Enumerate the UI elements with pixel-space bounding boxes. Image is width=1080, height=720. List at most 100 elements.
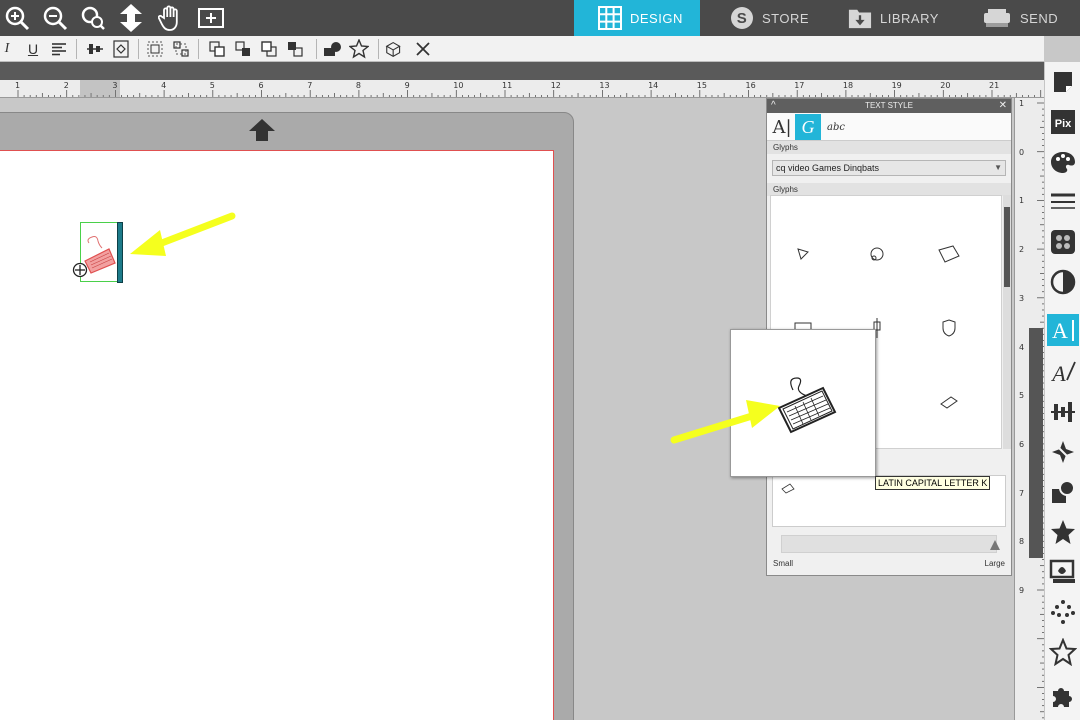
vertical-ruler[interactable]: 1 0 1 2 3 4 5 6 7 8 9 (1014, 98, 1044, 720)
glyph-tooltip: LATIN CAPITAL LETTER K (875, 476, 991, 490)
collapse-icon[interactable]: ^ (771, 99, 776, 113)
glyph-scroll-thumb[interactable] (1004, 207, 1010, 287)
transparency-icon[interactable] (1047, 266, 1079, 298)
group-icon[interactable] (144, 38, 166, 60)
glyph-cell[interactable] (865, 242, 889, 266)
ungroup-icon[interactable] (170, 38, 192, 60)
bring-forward-icon[interactable] (232, 38, 254, 60)
slider-handle[interactable] (990, 540, 1000, 550)
size-large-label: Large (984, 559, 1005, 568)
ruler-number: 12 (550, 81, 561, 90)
panel-header: ^ TEXT STYLE ✕ (767, 99, 1011, 113)
sketch-font-icon[interactable]: A (1047, 356, 1079, 388)
tab-library-label: LIBRARY (880, 10, 939, 26)
replicate-icon[interactable] (384, 38, 406, 60)
star-favorite-icon[interactable] (1047, 516, 1079, 548)
underline-button[interactable]: U (22, 38, 44, 60)
tab-design-label: DESIGN (630, 10, 683, 26)
trace-image-icon[interactable] (1047, 556, 1079, 588)
pix-trace-icon[interactable]: Pix (1047, 106, 1079, 138)
zoom-fit-icon[interactable] (78, 3, 108, 33)
ruler-number: 9 (404, 81, 410, 90)
ruler-number: 20 (940, 81, 951, 90)
glyph-cell[interactable] (937, 390, 961, 414)
text-cursor-bar[interactable] (117, 222, 123, 283)
fill-pattern-icon[interactable] (1047, 226, 1079, 258)
tab-text-style[interactable]: A| (769, 114, 795, 140)
align-center-icon[interactable] (84, 38, 106, 60)
section-glyphs-label: Glyphs (767, 141, 1011, 154)
size-slider[interactable] (781, 535, 1000, 553)
move-crosshair-icon[interactable] (72, 262, 88, 278)
center-page-icon[interactable] (110, 38, 132, 60)
font-dropdown[interactable]: cq video Games Dinqbats ▼ (772, 160, 1006, 176)
ruler-scroll-thumb[interactable] (1029, 328, 1043, 558)
ruler-number: 21 (989, 81, 1000, 90)
font-dropdown-value: cq video Games Dinqbats (776, 163, 880, 173)
library-download-icon (848, 6, 872, 30)
ruler-number: 15 (696, 81, 707, 90)
scroll-up-arrow-icon[interactable] (248, 118, 276, 142)
rhinestone-dots-icon[interactable] (1047, 596, 1079, 628)
tab-design[interactable]: DESIGN (574, 0, 700, 36)
line-style-icon[interactable] (1047, 186, 1079, 218)
palette-icon[interactable] (1047, 146, 1079, 178)
weld-icon[interactable] (322, 38, 344, 60)
glyph-cell[interactable] (791, 242, 815, 266)
toolbar-spacer (0, 62, 1044, 80)
ruler-number: 1 (1019, 99, 1025, 108)
horizontal-ruler[interactable]: 1 2 3 4 5 6 7 8 9 10 11 12 13 14 15 16 17 18 19 20 21 (0, 80, 1044, 98)
size-small-label: Small (773, 559, 794, 568)
ruler-number: 17 (794, 81, 805, 90)
glyph-cell[interactable] (937, 316, 961, 340)
top-bar: DESIGN S STORE LIBRARY SEND (0, 0, 1080, 36)
svg-text:A: A (1050, 361, 1066, 386)
yellow-arrow-icon (130, 212, 236, 256)
add-page-icon[interactable] (196, 3, 226, 33)
align-panel-icon[interactable] (1047, 396, 1079, 428)
tab-store-label: STORE (762, 10, 810, 26)
text-style-icon[interactable]: A (1047, 314, 1079, 346)
ruler-number: 19 (891, 81, 902, 90)
tab-send[interactable]: SEND (982, 0, 1080, 36)
svg-text:A: A (1052, 318, 1068, 343)
star-shape-icon[interactable] (348, 38, 370, 60)
ruler-number: 13 (599, 81, 610, 90)
ruler-number: 5 (1019, 391, 1025, 401)
toolbar-divider (378, 39, 379, 59)
tab-store[interactable]: S STORE (730, 0, 840, 36)
delete-x-icon[interactable] (412, 38, 434, 60)
ruler-number: 18 (842, 81, 854, 90)
send-to-back-icon[interactable] (284, 38, 306, 60)
glyph-cell[interactable] (937, 242, 961, 266)
tab-library[interactable]: LIBRARY (848, 0, 968, 36)
tab-spellcheck[interactable]: abc (823, 114, 849, 140)
star-outline-icon[interactable] (1047, 636, 1079, 668)
ruler-number: 2 (63, 81, 69, 90)
tab-glyphs[interactable]: G (795, 114, 821, 140)
svg-text:Pix: Pix (1055, 118, 1072, 130)
puzzle-icon[interactable] (1047, 680, 1079, 712)
toolbar-divider (138, 39, 139, 59)
ruler-ticks (17, 90, 1042, 97)
right-sidebar: Pix A A (1044, 62, 1080, 720)
svg-text:S: S (737, 10, 748, 27)
cutter-machine-icon (982, 6, 1012, 30)
panel-title: TEXT STYLE (865, 101, 913, 110)
send-backward-icon[interactable] (258, 38, 280, 60)
modify-icon[interactable] (1047, 436, 1079, 468)
bring-to-front-icon[interactable] (206, 38, 228, 60)
zoom-in-icon[interactable] (2, 3, 32, 33)
pan-arrows-icon[interactable] (116, 3, 146, 33)
italic-button[interactable]: I (0, 38, 18, 60)
ruler-number: 14 (648, 81, 659, 90)
page-settings-icon[interactable] (1047, 66, 1079, 98)
hand-icon[interactable] (156, 3, 186, 33)
ruler-number: 0 (1019, 147, 1025, 157)
align-left-icon[interactable] (48, 38, 70, 60)
zoom-out-icon[interactable] (40, 3, 70, 33)
offset-icon[interactable] (1047, 476, 1079, 508)
chevron-down-icon: ▼ (994, 163, 1002, 172)
close-icon[interactable]: ✕ (999, 99, 1007, 113)
ruler-number: 6 (1019, 439, 1025, 449)
